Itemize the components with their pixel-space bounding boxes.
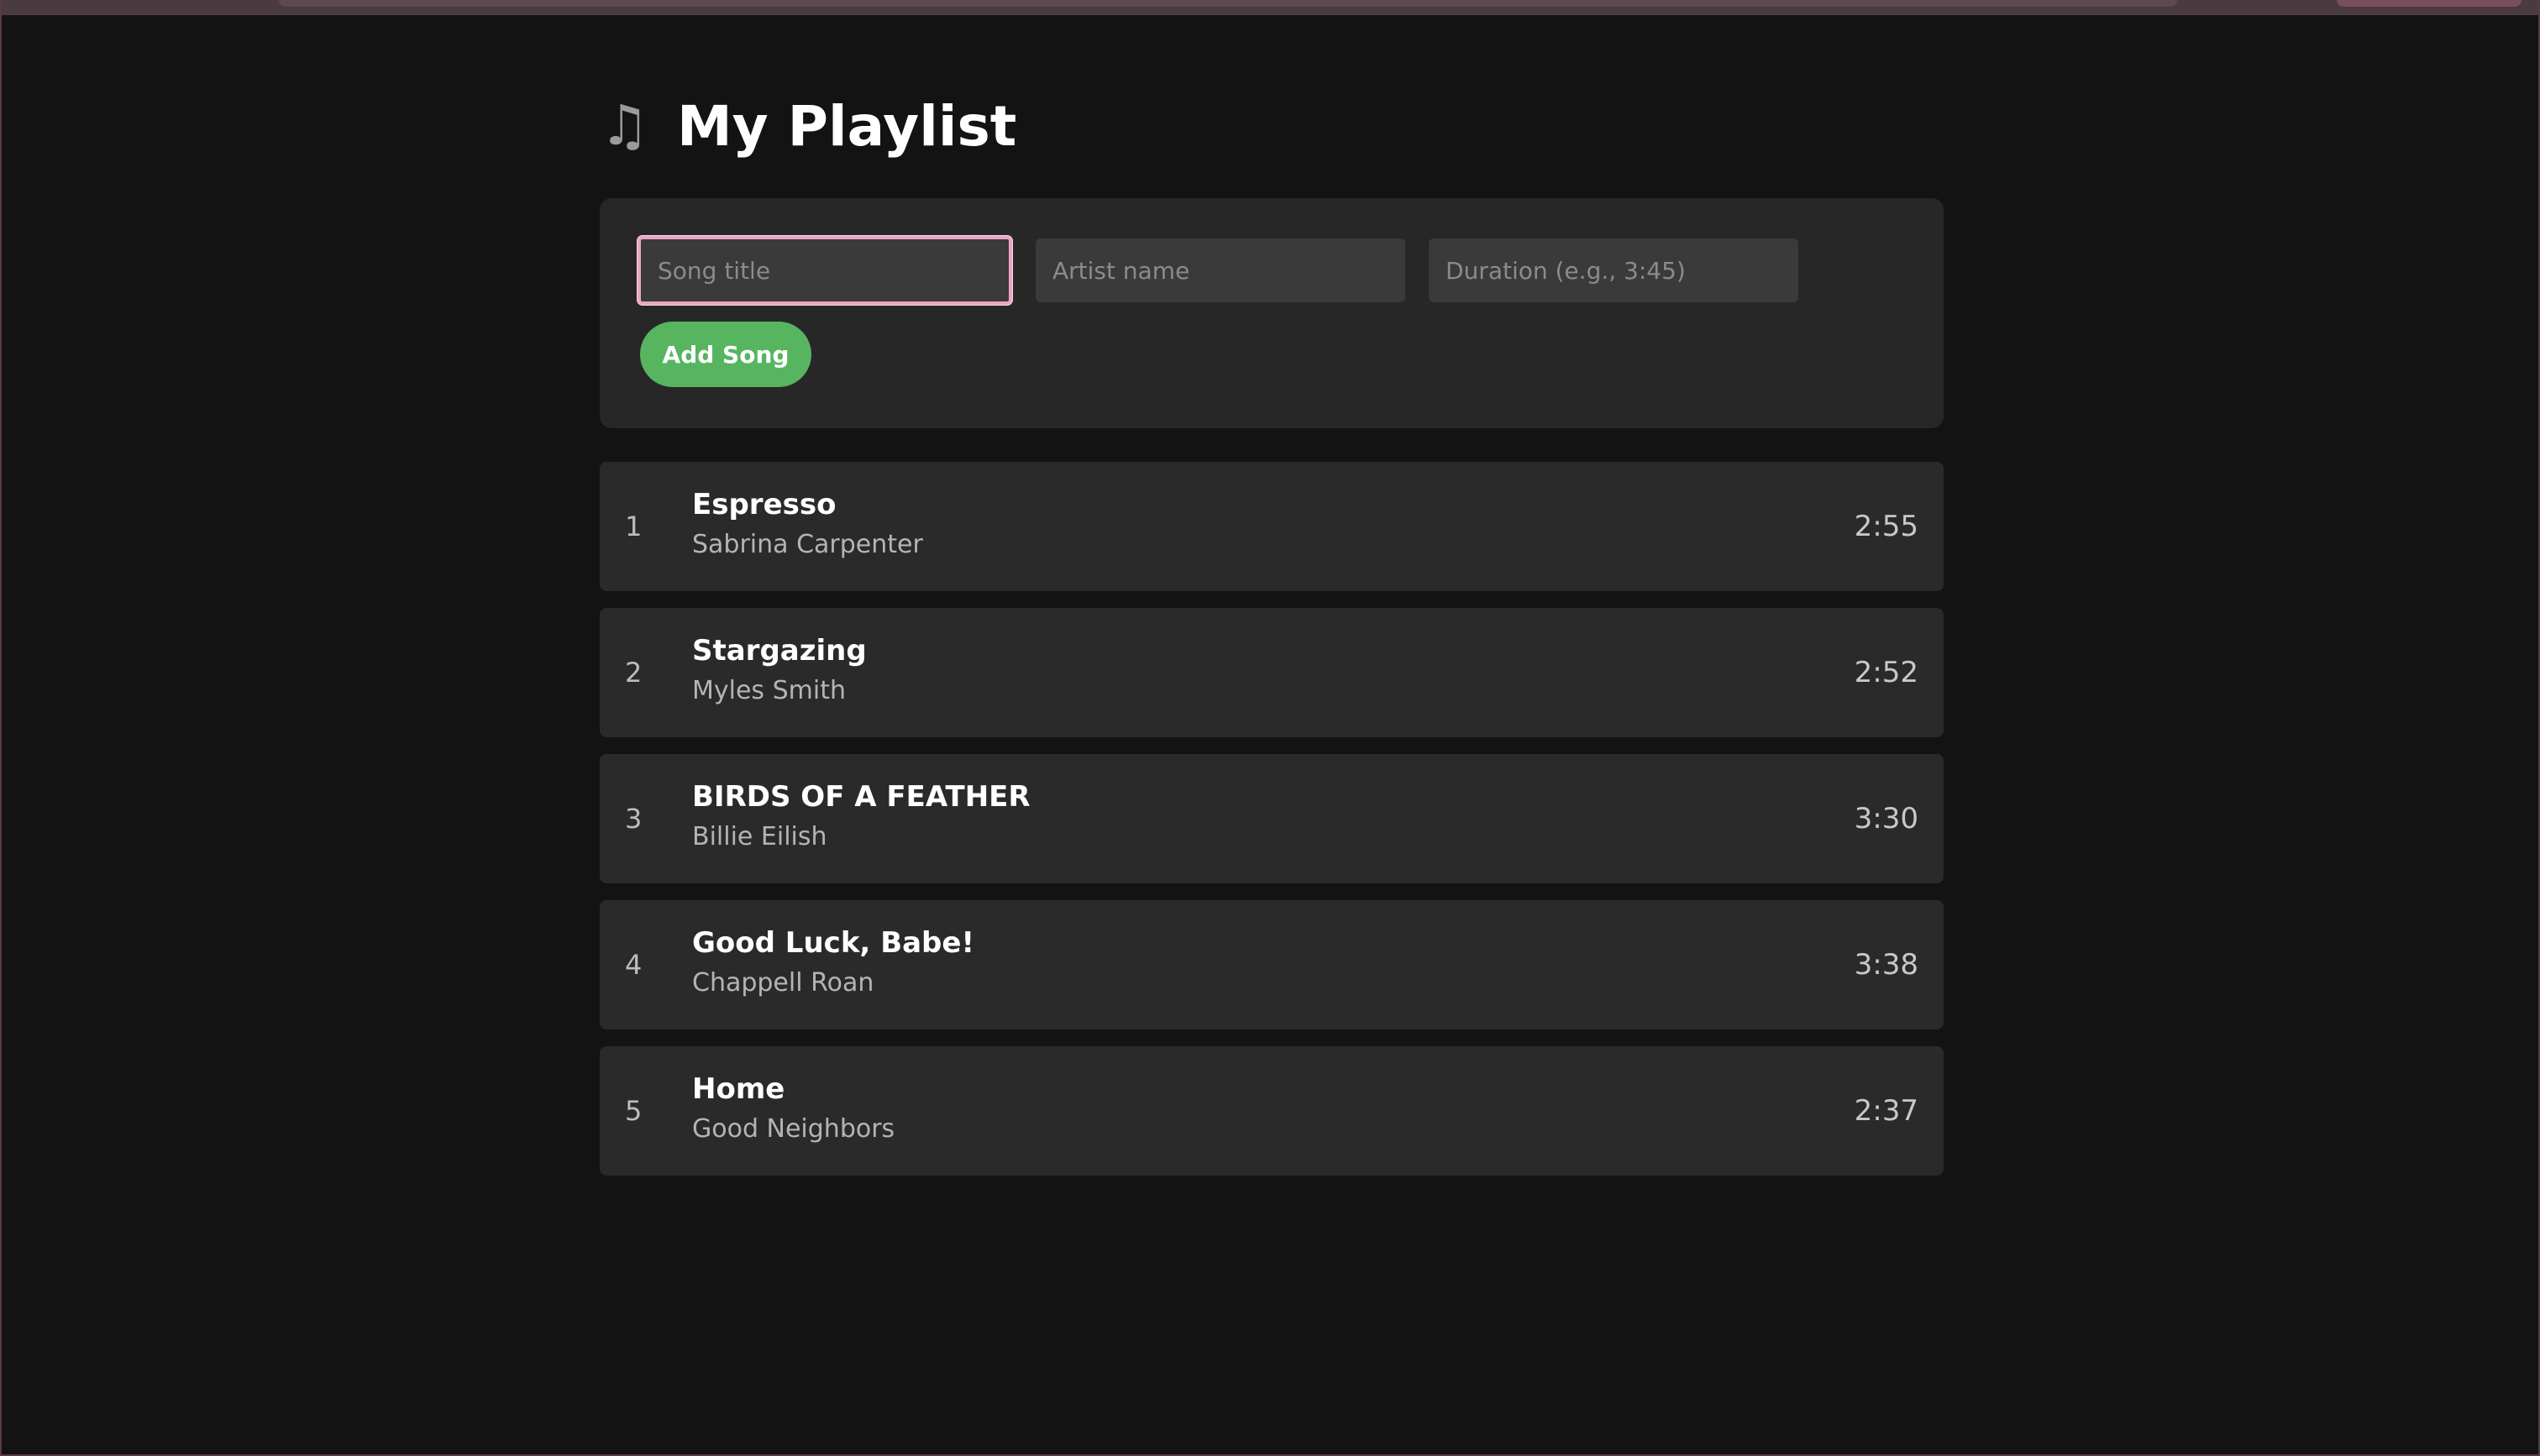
song-title: Stargazing [692,634,867,668]
song-row[interactable]: 5 Home Good Neighbors 2:37 [600,1046,1944,1176]
song-info: Espresso Sabrina Carpenter [692,487,923,561]
song-artist: Myles Smith [692,676,846,705]
song-title-input[interactable] [638,236,1012,305]
musical-notes-icon: ♫ [600,93,650,158]
song-info: Home Good Neighbors [692,1071,895,1145]
song-duration: 3:38 [1854,948,1918,982]
song-number: 2 [625,657,643,689]
add-song-form: Add Song [600,198,1944,428]
page-heading: ♫ My Playlist [600,91,1944,161]
song-row[interactable]: 2 Stargazing Myles Smith 2:52 [600,608,1944,737]
song-artist: Good Neighbors [692,1114,895,1144]
artist-name-input[interactable] [1036,238,1405,302]
song-info: Stargazing Myles Smith [692,633,867,707]
song-artist: Chappell Roan [692,968,874,998]
song-row[interactable]: 3 BIRDS OF A FEATHER Billie Eilish 3:30 [600,754,1944,883]
song-title: Good Luck, Babe! [692,926,974,960]
song-duration: 2:55 [1854,510,1918,543]
song-row[interactable]: 1 Espresso Sabrina Carpenter 2:55 [600,462,1944,591]
song-duration: 2:37 [1854,1094,1918,1128]
duration-input[interactable] [1429,238,1798,302]
page-title: My Playlist [677,93,1017,159]
song-title: BIRDS OF A FEATHER [692,780,1031,814]
top-pill [2337,0,2522,7]
song-number: 5 [625,1095,643,1127]
song-duration: 2:52 [1854,656,1918,689]
song-number: 1 [625,511,643,542]
browser-top-strip [2,0,2538,15]
app-window: ♫ My Playlist Add Song 1 Espresso Sabrin… [0,0,2540,1456]
add-song-button[interactable]: Add Song [640,322,811,387]
song-duration: 3:30 [1854,802,1918,835]
playlist-container: ♫ My Playlist Add Song 1 Espresso Sabrin… [600,91,1944,1176]
song-artist: Billie Eilish [692,822,827,851]
top-bar [279,0,2177,7]
song-title: Home [692,1072,785,1106]
song-row[interactable]: 4 Good Luck, Babe! Chappell Roan 3:38 [600,900,1944,1029]
song-number: 3 [625,803,643,835]
form-inputs [638,236,1903,305]
song-artist: Sabrina Carpenter [692,530,923,559]
song-title: Espresso [692,488,837,521]
song-info: BIRDS OF A FEATHER Billie Eilish [692,779,1031,853]
song-number: 4 [625,949,643,981]
song-list: 1 Espresso Sabrina Carpenter 2:55 2 Star… [600,462,1944,1176]
song-info: Good Luck, Babe! Chappell Roan [692,925,974,999]
